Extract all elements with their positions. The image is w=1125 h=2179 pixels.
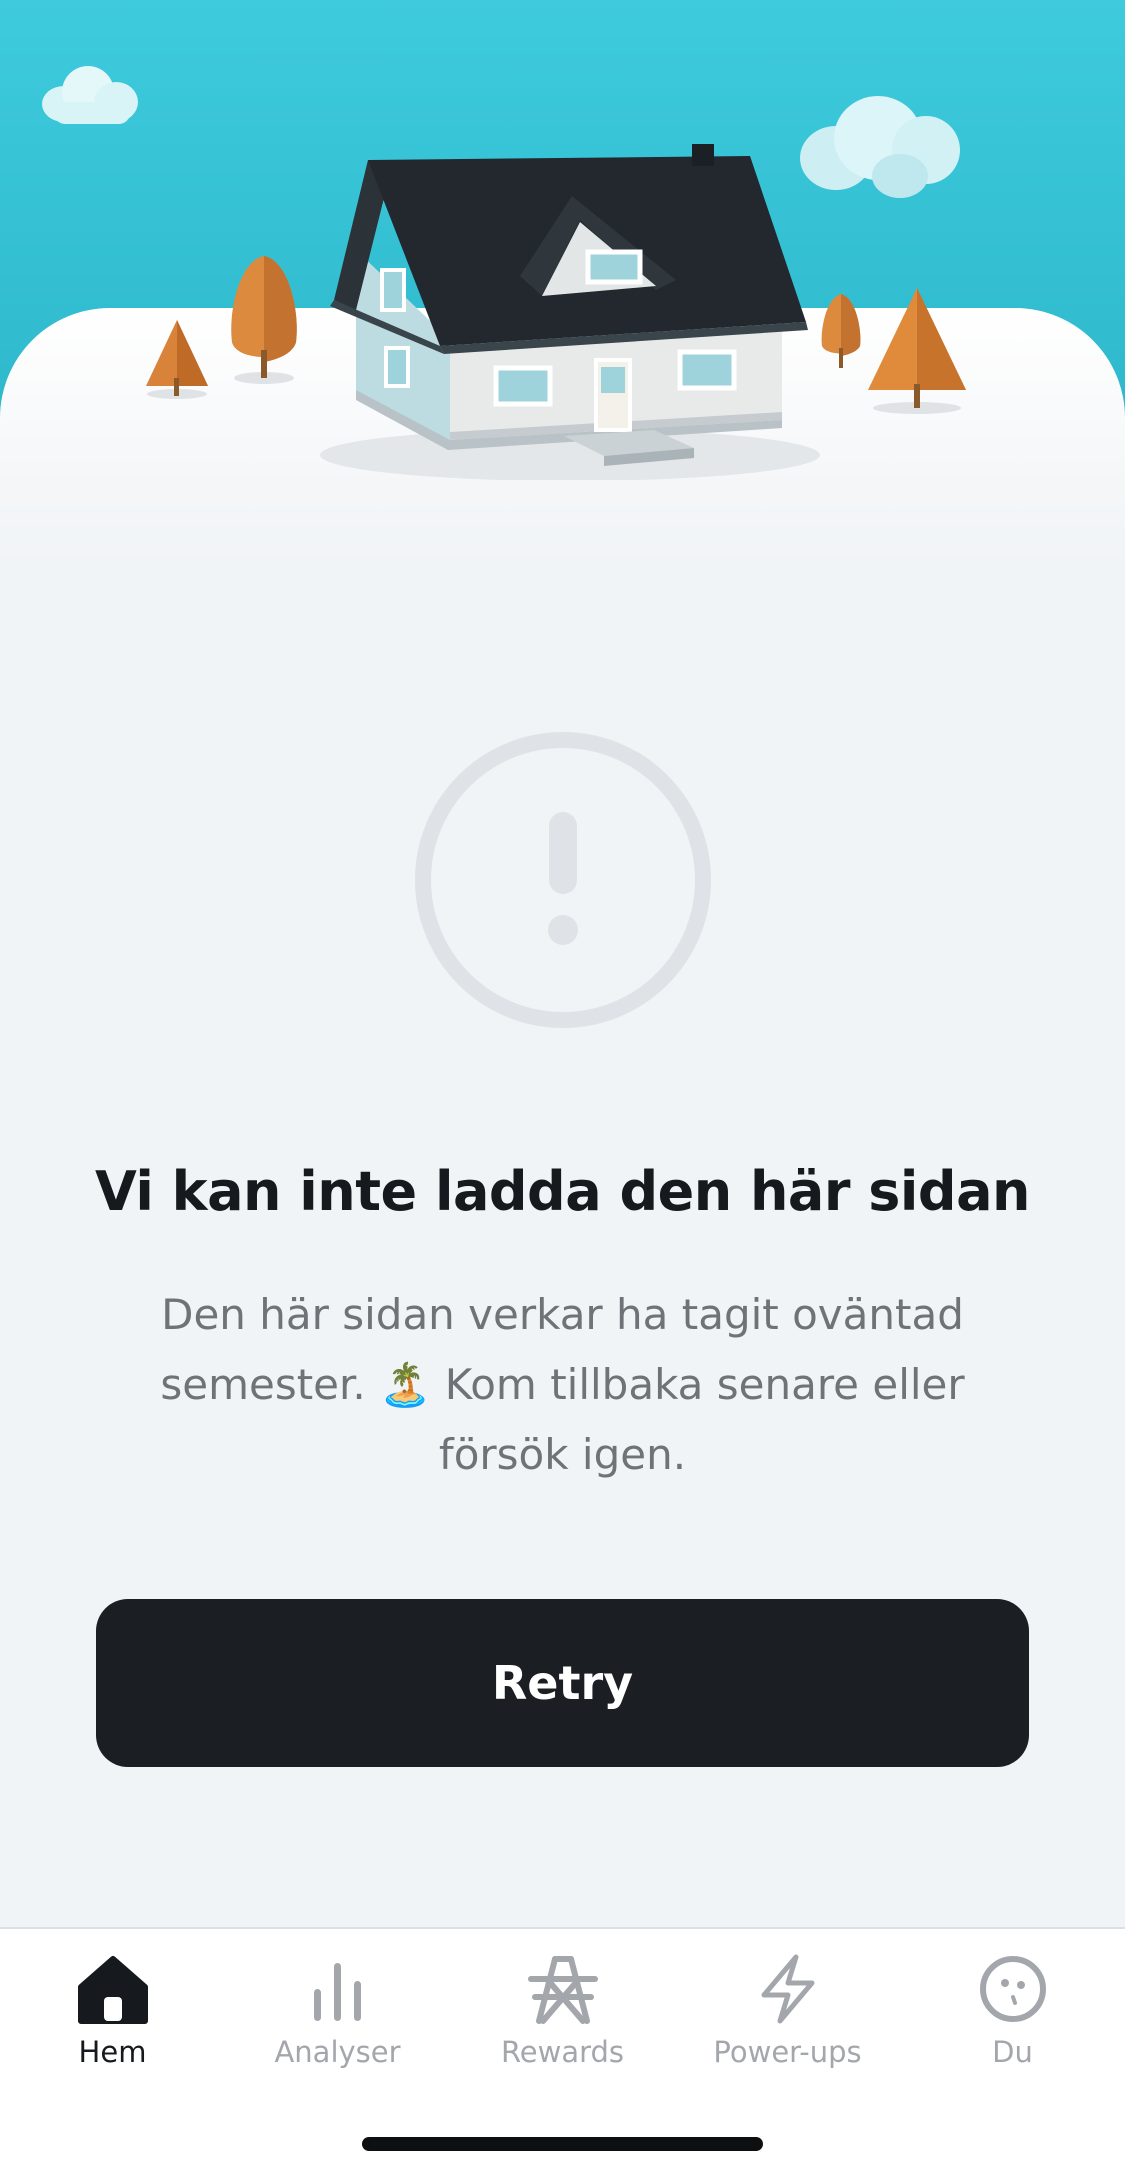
tree-icon [821,294,861,368]
tab-label: Analyser [274,2035,401,2069]
tab-rewards[interactable]: Rewards [450,1947,675,2097]
error-title: Vi kan inte ladda den här sidan [95,1160,1030,1223]
tree-icon [231,256,297,384]
app-screen: Vi kan inte ladda den här sidan Den här … [0,0,1125,2179]
tab-analyser[interactable]: Analyser [225,1947,450,2097]
tab-power-ups[interactable]: Power-ups [675,1947,900,2097]
face-icon [979,1956,1046,2022]
tab-label: Power-ups [713,2035,862,2069]
exclamation-circle-icon [415,732,711,1028]
hero-illustration [0,0,1125,568]
tab-label: Du [992,2035,1033,2069]
retry-button[interactable]: Retry [96,1599,1029,1767]
cloud-right-icon [800,96,960,198]
tab-hem[interactable]: Hem [0,1947,225,2097]
tree-icon [146,320,208,399]
bar-chart-icon [313,1963,361,2021]
tab-label: Hem [78,2035,147,2069]
cloud-left-icon [42,66,138,124]
retry-button-label: Retry [491,1656,634,1710]
tree-icon [868,288,966,414]
home-indicator [362,2137,763,2151]
house-icon [320,144,820,480]
error-message: Den här sidan verkar ha tagit oväntad se… [160,1290,965,1479]
tab-du[interactable]: Du [900,1947,1125,2097]
tab-label: Rewards [500,2035,625,2069]
lightning-icon [761,1954,814,2024]
home-icon [77,1956,148,2024]
power-pylon-icon [527,1956,598,2024]
